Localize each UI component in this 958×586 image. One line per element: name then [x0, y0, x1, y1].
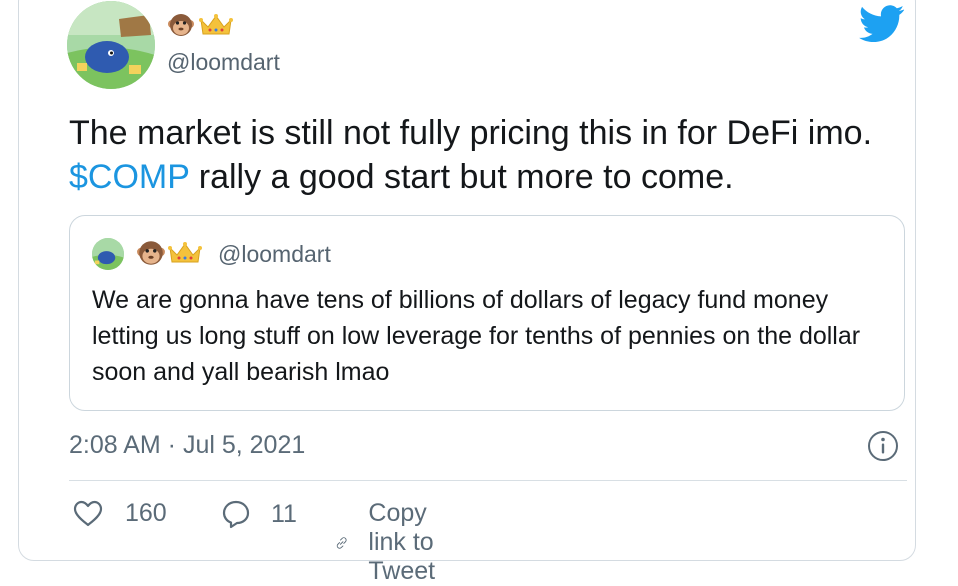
- reply-bubble-icon: [222, 500, 250, 529]
- quoted-author-handle[interactable]: @loomdart: [218, 241, 331, 268]
- actions-divider: [69, 480, 907, 481]
- tweet-card: @loomdart The market is still not fully …: [18, 0, 916, 585]
- author-avatar[interactable]: [67, 1, 155, 89]
- crown-icon: [199, 12, 233, 43]
- monkey-face-icon: [136, 238, 166, 273]
- author-emoji-flair: [167, 11, 233, 44]
- copy-link-label: Copy link to Tweet: [368, 499, 436, 585]
- reply-button[interactable]: 11: [221, 499, 297, 529]
- tweet-text-part-2: rally a good start but more to come.: [189, 158, 734, 196]
- cashtag-link[interactable]: $COMP: [69, 158, 189, 196]
- author-handle[interactable]: @loomdart: [167, 49, 280, 76]
- reply-count: 11: [271, 499, 297, 528]
- like-button[interactable]: 160: [73, 499, 167, 528]
- monkey-face-icon: [167, 11, 195, 44]
- twitter-bird-icon[interactable]: [859, 5, 905, 43]
- quoted-author-avatar: [92, 238, 124, 270]
- quoted-emoji-flair: [136, 238, 202, 273]
- heart-icon: [73, 500, 103, 526]
- like-count: 160: [125, 499, 167, 527]
- crown-icon: [168, 240, 202, 271]
- link-icon: [336, 536, 347, 549]
- tweet-timestamp[interactable]: 2:08 AM · Jul 5, 2021: [69, 431, 305, 460]
- tweet-text: The market is still not fully pricing th…: [69, 111, 909, 199]
- tweet-text-part-1: The market is still not fully pricing th…: [69, 114, 873, 152]
- copy-link-button[interactable]: Copy link to Tweet: [335, 499, 454, 586]
- info-icon[interactable]: [867, 430, 899, 462]
- quoted-tweet[interactable]: @loomdart We are gonna have tens of bill…: [69, 215, 905, 411]
- quoted-tweet-text: We are gonna have tens of billions of do…: [92, 286, 861, 386]
